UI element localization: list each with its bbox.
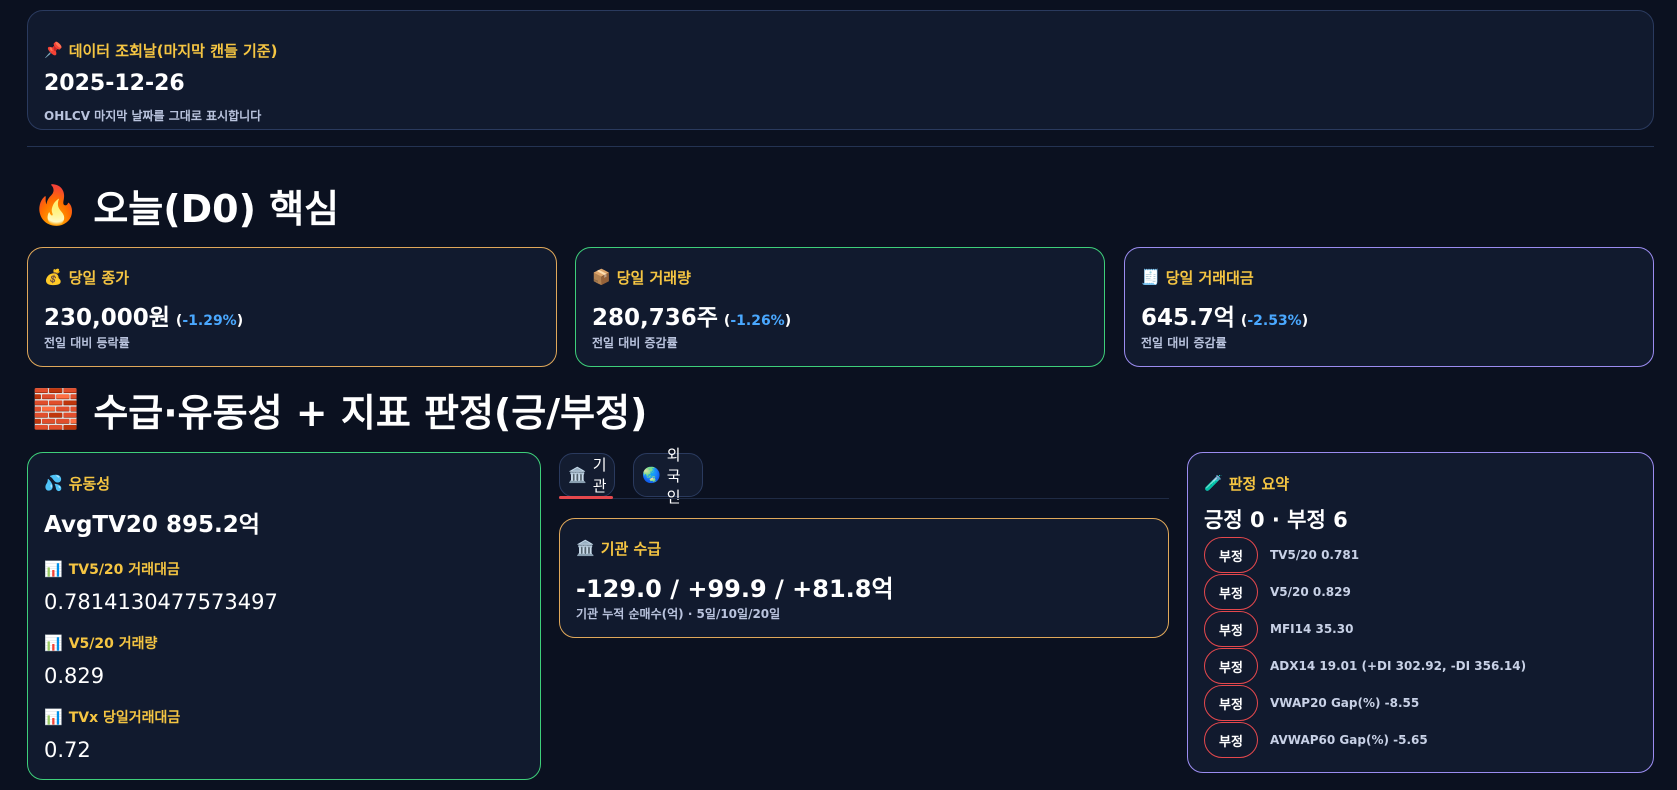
bar-chart-icon: 📊 [44,559,63,578]
section-supply-label: 수급·유동성 + 지표 판정(긍/부정) [93,391,648,435]
judgement-text: AVWAP60 Gap(%) -5.65 [1270,733,1428,747]
judgement-text: V5/20 0.829 [1270,585,1351,599]
metric-change-pct: -2.53% [1247,313,1302,329]
metric-change-pct: -1.29% [182,313,237,329]
liquidity-item-label: 📊 TV5/20 거래대금 [44,559,180,579]
metric-value-row: 645.7억 (-2.53%) [1141,298,1308,332]
pushpin-icon: 📌 [44,41,63,59]
liquidity-card: 💦 유동성 AvgTV20 895.2억 📊 TV5/20 거래대금 0.781… [27,452,541,780]
bar-chart-icon: 📊 [44,707,63,726]
institution-supply-card: 🏛️ 기관 수급 -129.0 / +99.9 / +81.8억 기관 누적 순… [559,518,1169,638]
active-tab-indicator [559,496,613,499]
money-bag-icon: 💰 [44,268,63,286]
package-icon: 📦 [592,268,611,286]
metric-value-row: 230,000원 (-1.29%) [44,298,243,332]
metric-title-row: 💰 당일 종가 [44,267,129,288]
liquidity-title-row: 💦 유동성 [44,473,110,494]
judgement-row: 부정 MFI14 35.30 [1204,611,1353,647]
liquidity-item-label-text: TV5/20 거래대금 [68,562,180,578]
test-tube-icon: 🧪 [1204,474,1223,492]
metric-title: 당일 거래대금 [1165,269,1254,287]
avg-tv20-value: AvgTV20 895.2억 [44,512,260,538]
institution-net-buy-value: -129.0 / +99.9 / +81.8억 [576,575,894,603]
metric-sub: 전일 대비 증감률 [1141,336,1227,350]
metric-title: 당일 종가 [68,269,130,287]
bar-chart-icon: 📊 [44,633,63,652]
negative-badge: 부정 [1204,611,1258,647]
metric-card-trading-value: 🧾 당일 거래대금 645.7억 (-2.53%) 전일 대비 증감률 [1124,247,1654,367]
data-date-title-row: 📌 데이터 조회날(마지막 캔들 기준) [44,40,277,61]
metric-value: 645.7억 [1141,305,1235,331]
data-date-card: 📌 데이터 조회날(마지막 캔들 기준) 2025-12-26 OHLCV 마지… [27,10,1654,130]
section-today-label: 오늘(D0) 핵심 [93,187,340,231]
judgement-text: ADX14 19.01 (+DI 302.92, -DI 356.14) [1270,659,1527,673]
liquidity-item-label: 📊 TVx 당일거래대금 [44,707,180,727]
receipt-icon: 🧾 [1141,268,1160,286]
liquidity-title: 유동성 [68,475,111,493]
metric-sub: 전일 대비 증감률 [592,336,678,350]
judgement-row: 부정 AVWAP60 Gap(%) -5.65 [1204,722,1428,758]
metric-value-row: 280,736주 (-1.26%) [592,298,791,332]
judgement-row: 부정 TV5/20 0.781 [1204,537,1359,573]
paren-close: ) [236,313,244,329]
negative-badge: 부정 [1204,537,1258,573]
judgement-title: 판정 요약 [1228,475,1290,493]
judgement-title-row: 🧪 판정 요약 [1204,473,1289,494]
liquidity-item-value: 0.7814130477573497 [44,590,278,614]
metric-sub: 전일 대비 등락률 [44,336,130,350]
judgement-row: 부정 V5/20 0.829 [1204,574,1351,610]
section-supply-title: 🧱 수급·유동성 + 지표 판정(긍/부정) [32,382,647,437]
paren-close: ) [1301,313,1309,329]
negative-badge: 부정 [1204,574,1258,610]
judgement-summary: 긍정 0 · 부정 6 [1204,508,1348,532]
judgement-text: VWAP20 Gap(%) -8.55 [1270,696,1420,710]
bank-icon: 🏛️ [576,539,595,557]
liquidity-item-value: 0.72 [44,738,91,762]
brick-icon: 🧱 [32,387,80,431]
divider [27,146,1654,147]
globe-icon: 🌏 [642,466,661,484]
institution-title-row: 🏛️ 기관 수급 [576,538,661,559]
liquidity-item-value: 0.829 [44,664,105,688]
liquidity-item-label-text: V5/20 거래량 [68,636,158,652]
metric-value: 230,000원 [44,305,170,331]
judgement-text: TV5/20 0.781 [1270,548,1360,562]
metric-title: 당일 거래량 [616,269,691,287]
data-date-value: 2025-12-26 [44,71,185,96]
negative-badge: 부정 [1204,685,1258,721]
metric-card-close: 💰 당일 종가 230,000원 (-1.29%) 전일 대비 등락률 [27,247,557,367]
judgement-summary-card: 🧪 판정 요약 긍정 0 · 부정 6 부정 TV5/20 0.781 부정 V… [1187,452,1654,773]
negative-badge: 부정 [1204,648,1258,684]
liquidity-item-label-text: TVx 당일거래대금 [68,710,181,726]
tab-institution-label: 기관 [592,456,607,495]
tab-institution[interactable]: 🏛️ 기관 [559,453,615,497]
judgement-row: 부정 VWAP20 Gap(%) -8.55 [1204,685,1419,721]
metric-title-row: 🧾 당일 거래대금 [1141,267,1254,288]
institution-title: 기관 수급 [600,540,662,558]
dashboard-page: 📌 데이터 조회날(마지막 캔들 기준) 2025-12-26 OHLCV 마지… [0,0,1677,790]
metric-value: 280,736주 [592,305,718,331]
judgement-row: 부정 ADX14 19.01 (+DI 302.92, -DI 356.14) [1204,648,1526,684]
tab-bar-line [559,498,1169,499]
bank-icon: 🏛️ [568,466,587,484]
metric-card-volume: 📦 당일 거래량 280,736주 (-1.26%) 전일 대비 증감률 [575,247,1105,367]
paren-close: ) [784,313,792,329]
section-today-title: 🔥 오늘(D0) 핵심 [32,178,339,233]
data-date-title: 데이터 조회날(마지막 캔들 기준) [68,42,278,60]
data-date-note: OHLCV 마지막 날짜를 그대로 표시합니다 [44,109,262,123]
negative-badge: 부정 [1204,722,1258,758]
droplets-icon: 💦 [44,474,63,492]
tab-foreign[interactable]: 🌏 외국인 [633,446,703,506]
metric-title-row: 📦 당일 거래량 [592,267,691,288]
judgement-text: MFI14 35.30 [1270,622,1354,636]
liquidity-item-label: 📊 V5/20 거래량 [44,633,157,653]
institution-sub: 기관 누적 순매수(억) · 5일/10일/20일 [576,607,781,621]
metric-change-pct: -1.26% [730,313,785,329]
fire-icon: 🔥 [32,183,80,227]
